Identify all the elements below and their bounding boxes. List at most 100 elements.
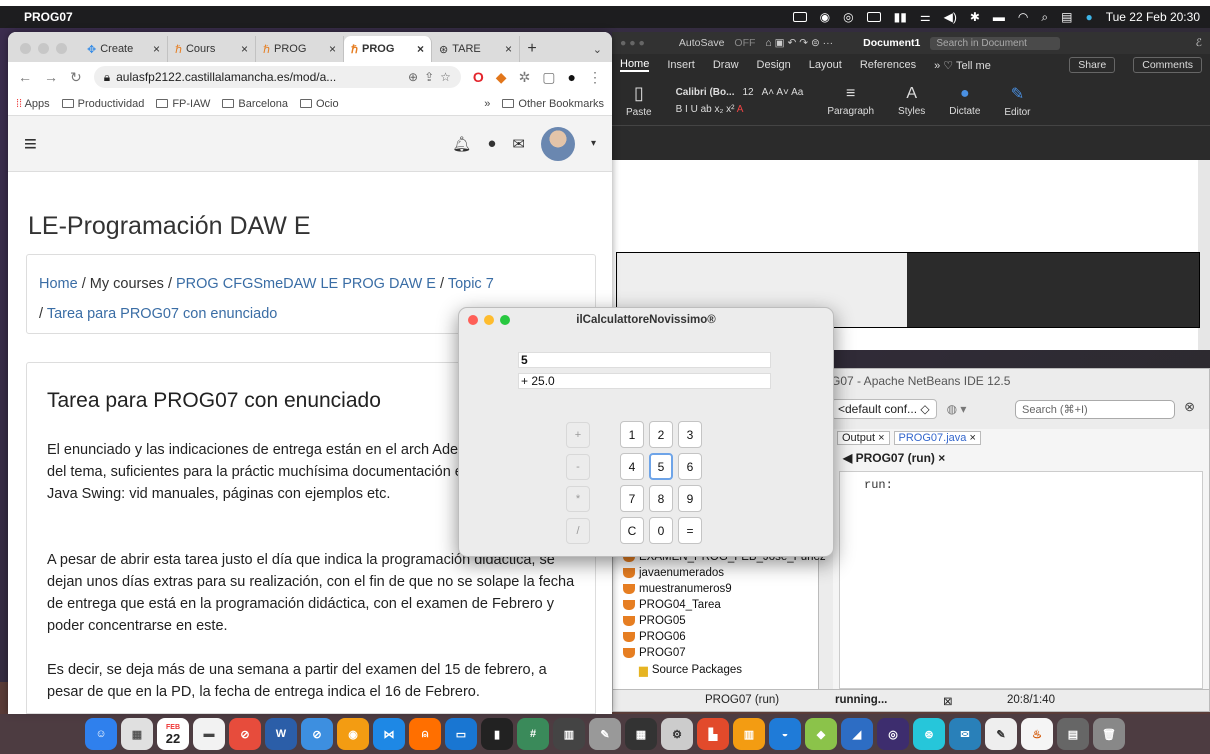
status-close-icon[interactable]: ⊠ [943,694,953,708]
tree-item[interactable]: muestranumeros9 [623,583,732,595]
browser-tab[interactable]: ℏ Cours × [168,36,256,62]
tree-item-source-packages[interactable]: ▆ Source Packages [639,663,742,677]
spotlight-icon[interactable]: ⌕ [1041,10,1048,25]
tab-layout[interactable]: Layout [809,59,842,71]
window-icon[interactable] [866,12,881,22]
tab-prog07-java[interactable]: PROG07.java × [893,431,981,445]
netbeans-dock-icon[interactable]: ◢ [841,718,873,750]
tree-item[interactable]: PROG06 [623,631,686,643]
calendar-icon[interactable]: FEB 22 [157,718,189,750]
new-tab-button[interactable]: + [520,36,544,62]
notifications-bell-icon[interactable]: 🔔︎ [452,135,471,153]
breadcrumb-course[interactable]: PROG CFGSmeDAW LE PROG DAW E [176,276,436,292]
browser-tab-active[interactable]: ℏ PROG × [344,36,432,62]
bookmark-folder[interactable]: Barcelona [222,98,288,110]
minimize-window-button[interactable] [484,315,494,325]
font-name-select[interactable]: Calibri (Bo... [676,87,735,98]
notes-icon[interactable]: ▬ [193,718,225,750]
key-0[interactable]: 0 [649,517,673,544]
tab-tell-me[interactable]: » ♡ Tell me [934,59,991,72]
address-bar[interactable]: 🔒︎ aulasfp2122.castillalamancha.es/mod/a… [93,66,461,88]
format-buttons[interactable]: B I U ab x₂ x² A [676,104,804,115]
mail-icon[interactable]: ✉︎ [512,135,525,153]
word-account-icon[interactable]: ℰ [1196,37,1202,49]
browser-tab[interactable]: ✥ Create × [80,36,168,62]
browser-tab[interactable]: ⊛ TARE × [432,36,520,62]
opera-dock-icon[interactable]: ⊘ [229,718,261,750]
screen-icon[interactable] [792,12,807,22]
styles-group[interactable]: A Styles [898,85,925,117]
bookmark-folder[interactable]: Productividad [61,98,144,110]
subtract-button[interactable]: - [566,454,590,480]
vscode-icon[interactable]: ⋈ [373,718,405,750]
multiply-button[interactable]: * [566,486,590,512]
sourcetree-icon[interactable]: ⍝ [409,718,441,750]
font-grow-icon[interactable]: A˄ A˅ Aa [762,87,804,98]
chrome-window-controls[interactable] [20,43,67,54]
vpn-icon[interactable]: ◎ [843,10,853,24]
app-store-icon[interactable]: ⊛ [913,718,945,750]
run-tab[interactable]: ◀ PROG07 (run) × [843,451,945,465]
wifi-icon[interactable]: ◠ [1018,10,1028,24]
downloads-folder-icon[interactable]: ▤ [1057,718,1089,750]
reload-icon[interactable]: ↻ [70,69,82,86]
airplay-icon[interactable]: ▮▮ [894,10,907,24]
breadcrumb-home[interactable]: Home [39,276,78,292]
tree-item[interactable]: PROG07 [623,647,686,659]
record-icon[interactable]: ◉ [820,10,830,24]
word-window-controls[interactable]: ● ● ● [620,37,645,49]
tab-design[interactable]: Design [757,59,791,71]
dictate-button[interactable]: ● Dictate [949,85,980,117]
tree-item[interactable]: PROG04_Tarea [623,599,721,611]
key-5[interactable]: 5 [649,453,673,480]
breadcrumb-task[interactable]: Tarea para PROG07 con enunciado [47,306,278,322]
hamburger-menu-icon[interactable]: ≡ [24,131,37,157]
chevron-down-icon[interactable]: ▾ [591,138,596,149]
tab-home[interactable]: Home [620,58,650,72]
clear-button[interactable]: C [620,517,644,544]
tab-output[interactable]: Output × [837,431,890,445]
key-9[interactable]: 9 [678,485,702,512]
more-bookmarks-button[interactable]: » [484,98,490,110]
menubar-app-name[interactable]: PROG07 [24,10,73,24]
zoom-icon[interactable]: ⊕ [408,70,418,84]
bookmark-star-icon[interactable]: ☆ [440,70,451,84]
paragraph-group[interactable]: ≡ Paragraph [827,85,874,117]
search-clear-icon[interactable]: ⊗ [1184,399,1195,415]
cube-app-icon[interactable]: ◆ [805,718,837,750]
opera-icon[interactable]: O [473,69,484,85]
photo-booth-icon[interactable]: ▙ [697,718,729,750]
profile-icon[interactable]: ◍ ▾ [947,402,967,416]
tree-item[interactable]: PROG05 [623,615,686,627]
bluetooth-icon[interactable]: ✱ [970,10,980,24]
extensions-icon[interactable]: ✲ [519,69,531,86]
tree-item[interactable]: javaenumerados [623,567,724,579]
tab-references[interactable]: References [860,59,916,71]
chrome-menu-icon[interactable]: ⋮ [588,69,602,86]
back-icon[interactable]: ← [18,69,32,85]
books-icon[interactable]: ▥ [733,718,765,750]
mail-dock-icon[interactable]: ✉ [949,718,981,750]
paste-button[interactable]: ▯ Paste [626,83,652,118]
word-dock-icon[interactable]: W [265,718,297,750]
metamask-icon[interactable]: ◆ [496,69,507,86]
breadcrumb-my-courses[interactable]: My courses [90,276,164,292]
key-3[interactable]: 3 [678,421,702,448]
comments-button[interactable]: Comments [1133,57,1202,73]
output-console[interactable]: run: [839,471,1203,689]
font-size-select[interactable]: 12 [742,87,753,98]
add-button[interactable]: + [566,422,590,448]
other-bookmarks[interactable]: Other Bookmarks [502,98,604,110]
key-7[interactable]: 7 [620,485,644,512]
key-6[interactable]: 6 [678,453,702,480]
siri-dock-icon[interactable]: ◎ [877,718,909,750]
sidepanel-icon[interactable]: ▢ [542,69,555,86]
key-4[interactable]: 4 [620,453,644,480]
tab-close-icon[interactable]: × [329,42,336,56]
system-preferences-icon[interactable]: ⚙ [661,718,693,750]
key-1[interactable]: 1 [620,421,644,448]
slack-icon[interactable]: # [517,718,549,750]
bookmark-folder[interactable]: FP-IAW [156,98,210,110]
key-8[interactable]: 8 [649,485,673,512]
chrome-icon[interactable]: ◉ [337,718,369,750]
